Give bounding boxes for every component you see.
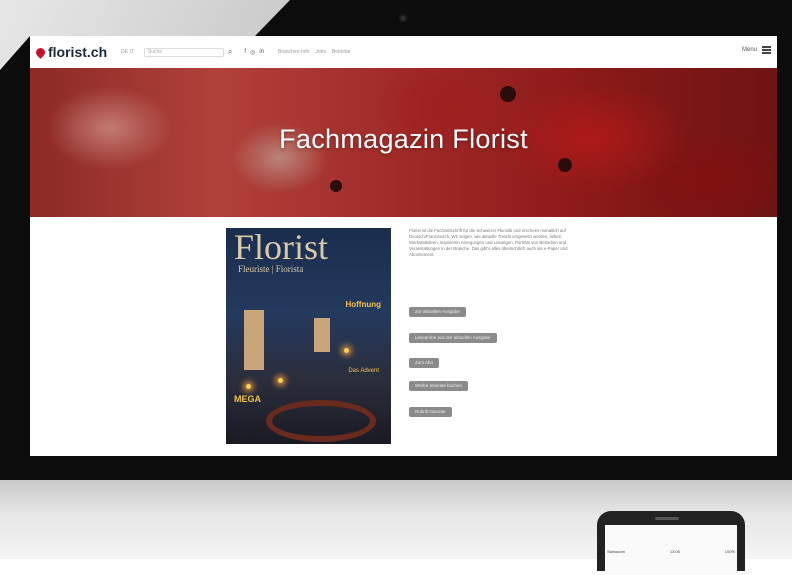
hero-banner: Fachmagazin Florist [30, 68, 777, 217]
social-links: f ◎ in [244, 49, 264, 56]
cover-subtitle: Fleuriste | Fiorista [238, 264, 304, 274]
cover-headline: Das Advent [348, 368, 379, 374]
menu-label: Menu [741, 47, 757, 53]
phone-status-bar: Swisscom 13:06 100% [607, 549, 735, 554]
magazine-cover[interactable]: Florist Fleuriste | Fiorista Hoffnung Da… [226, 228, 391, 444]
berry-decoration [500, 86, 516, 102]
nav-link-jobs[interactable]: Jobs [315, 49, 326, 55]
cover-candle [244, 310, 264, 370]
berry-decoration [330, 180, 342, 192]
cover-flame [278, 378, 283, 383]
hero-title: Fachmagazin Florist [279, 124, 528, 154]
monitor-frame: florist.ch DE IT Suche ⌕ f ◎ in Branchen… [0, 0, 792, 480]
phone-battery: 100% [724, 549, 735, 554]
classified-ads-button[interactable]: Rubrik Inserate [409, 407, 452, 417]
cover-flame [344, 348, 349, 353]
phone-carrier: Swisscom [607, 549, 626, 554]
phone-time: 13:06 [669, 549, 680, 554]
nav-link-branchen[interactable]: Branchen-Info [278, 49, 309, 55]
site-logo[interactable]: florist.ch [34, 44, 108, 60]
webcam-icon [399, 14, 407, 22]
top-navigation: florist.ch DE IT Suche ⌕ f ◎ in Branchen… [30, 36, 777, 69]
cover-title: Florist [234, 228, 329, 267]
cover-flame [246, 384, 251, 389]
search-icon[interactable]: ⌕ [228, 47, 232, 57]
facebook-icon[interactable]: f [244, 49, 246, 56]
berry-decoration [558, 158, 572, 172]
nav-links: Branchen-Info Jobs Betriebe [278, 49, 351, 55]
language-switcher[interactable]: DE IT [121, 49, 134, 55]
logo-text: florist.ch [48, 44, 108, 60]
magazine-description: Florist ist die Fachzeitschrift für die … [409, 228, 568, 257]
cover-headline: MEGA [234, 394, 261, 404]
book-ads-button[interactable]: Werbe-Inserate buchen [409, 381, 468, 391]
browser-screen: florist.ch DE IT Suche ⌕ f ◎ in Branchen… [30, 36, 777, 456]
sample-reading-button[interactable]: Leseprobe aus der aktuellen Ausgabe [409, 333, 497, 343]
cover-wreath [266, 400, 376, 442]
search-input[interactable]: Suche [143, 47, 224, 57]
linkedin-icon[interactable]: in [259, 49, 264, 56]
phone-speaker [655, 517, 679, 520]
current-issue-button[interactable]: Zur aktuellen Ausgabe [409, 307, 466, 317]
menu-button[interactable]: Menu [742, 46, 771, 54]
smartphone: Swisscom 13:06 100% [597, 511, 745, 575]
cover-candle [314, 318, 330, 352]
instagram-icon[interactable]: ◎ [250, 49, 255, 56]
subscription-button[interactable]: Zum Abo [409, 358, 440, 368]
hamburger-icon [762, 46, 771, 54]
cover-headline: Hoffnung [345, 300, 381, 309]
nav-link-betriebe[interactable]: Betriebe [332, 49, 351, 55]
flower-logo-icon [34, 45, 47, 59]
